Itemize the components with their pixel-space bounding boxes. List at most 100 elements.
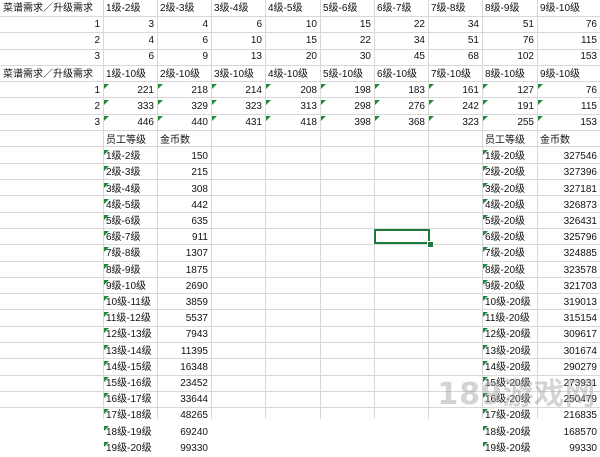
table3-level-cell[interactable]: 4级-5级 <box>103 198 157 214</box>
table2-cell[interactable]: 323 <box>428 115 482 131</box>
table2-cell[interactable]: 313 <box>265 99 320 115</box>
table3-coins-cell[interactable]: 442 <box>157 198 211 214</box>
table3-level-cell[interactable]: 11级-12级 <box>103 311 157 327</box>
table1-row-label[interactable]: 2 <box>0 33 103 49</box>
table3-coins-cell[interactable]: 911 <box>157 230 211 246</box>
table1-cell[interactable]: 10 <box>211 33 265 49</box>
table2-cell[interactable]: 161 <box>428 83 482 99</box>
table1-cell[interactable]: 22 <box>320 33 374 49</box>
table2-cell[interactable]: 242 <box>428 99 482 115</box>
table4-coins-cell[interactable]: 99330 <box>537 441 600 457</box>
table4-level-cell[interactable]: 1级-20级 <box>482 149 537 165</box>
table4-header-coins[interactable]: 金币数 <box>537 133 600 149</box>
table4-coins-cell[interactable]: 326873 <box>537 198 600 214</box>
table3-level-cell[interactable]: 3级-4级 <box>103 182 157 198</box>
table2-column-header[interactable]: 8级-10级 <box>482 67 537 83</box>
table1-cell[interactable]: 4 <box>157 17 211 33</box>
table4-level-cell[interactable]: 9级-20级 <box>482 279 537 295</box>
table3-level-cell[interactable]: 12级-13级 <box>103 327 157 343</box>
table2-column-header[interactable]: 2级-10级 <box>157 67 211 83</box>
table1-cell[interactable]: 51 <box>482 17 537 33</box>
table2-cell[interactable]: 298 <box>320 99 374 115</box>
table2-cell[interactable]: 418 <box>265 115 320 131</box>
table4-level-cell[interactable]: 19级-20级 <box>482 441 537 457</box>
table1-column-header[interactable]: 4级-5级 <box>265 1 320 17</box>
table1-column-header[interactable]: 2级-3级 <box>157 1 211 17</box>
table4-level-cell[interactable]: 10级-20级 <box>482 295 537 311</box>
table3-level-cell[interactable]: 13级-14级 <box>103 344 157 360</box>
table3-level-cell[interactable]: 14级-15级 <box>103 360 157 376</box>
table4-header-level[interactable]: 员工等级 <box>482 133 537 149</box>
table1-column-header[interactable]: 9级-10级 <box>537 1 600 17</box>
table1-cell[interactable]: 76 <box>537 17 600 33</box>
table2-cell[interactable]: 446 <box>103 115 157 131</box>
table1-cell[interactable]: 6 <box>157 33 211 49</box>
table1-row-label[interactable]: 3 <box>0 49 103 65</box>
table4-coins-cell[interactable]: 321703 <box>537 279 600 295</box>
table2-row-label[interactable]: 1 <box>0 83 103 99</box>
table3-header-level[interactable]: 员工等级 <box>103 133 157 149</box>
table4-level-cell[interactable]: 11级-20级 <box>482 311 537 327</box>
table1-corner-header[interactable]: 菜谱需求／升级需求 <box>0 1 103 17</box>
table2-cell[interactable]: 255 <box>482 115 537 131</box>
table2-column-header[interactable]: 6级-10级 <box>374 67 428 83</box>
table3-coins-cell[interactable]: 2690 <box>157 279 211 295</box>
table1-cell[interactable]: 3 <box>103 17 157 33</box>
table2-cell[interactable]: 127 <box>482 83 537 99</box>
table4-level-cell[interactable]: 4级-20级 <box>482 198 537 214</box>
table3-level-cell[interactable]: 5级-6级 <box>103 214 157 230</box>
table4-coins-cell[interactable]: 324885 <box>537 246 600 262</box>
table2-cell[interactable]: 183 <box>374 83 428 99</box>
table1-cell[interactable]: 102 <box>482 49 537 65</box>
table3-level-cell[interactable]: 17级-18级 <box>103 408 157 424</box>
table3-level-cell[interactable]: 19级-20级 <box>103 441 157 457</box>
table1-cell[interactable]: 6 <box>211 17 265 33</box>
table1-cell[interactable]: 34 <box>374 33 428 49</box>
table2-cell[interactable]: 431 <box>211 115 265 131</box>
table1-cell[interactable]: 76 <box>482 33 537 49</box>
table4-level-cell[interactable]: 18级-20级 <box>482 425 537 441</box>
table4-coins-cell[interactable]: 327546 <box>537 149 600 165</box>
table2-cell[interactable]: 398 <box>320 115 374 131</box>
table1-cell[interactable]: 6 <box>103 49 157 65</box>
table4-level-cell[interactable]: 5级-20级 <box>482 214 537 230</box>
table1-cell[interactable]: 10 <box>265 17 320 33</box>
table2-cell[interactable]: 221 <box>103 83 157 99</box>
table1-cell[interactable]: 4 <box>103 33 157 49</box>
table1-column-header[interactable]: 3级-4级 <box>211 1 265 17</box>
table1-cell[interactable]: 9 <box>157 49 211 65</box>
table4-coins-cell[interactable]: 325796 <box>537 230 600 246</box>
table4-coins-cell[interactable]: 319013 <box>537 295 600 311</box>
table4-level-cell[interactable]: 8级-20级 <box>482 263 537 279</box>
table3-coins-cell[interactable]: 3859 <box>157 295 211 311</box>
table3-coins-cell[interactable]: 1307 <box>157 246 211 262</box>
table1-column-header[interactable]: 1级-2级 <box>103 1 157 17</box>
table2-cell[interactable]: 218 <box>157 83 211 99</box>
table1-cell[interactable]: 20 <box>265 49 320 65</box>
table4-coins-cell[interactable]: 168570 <box>537 425 600 441</box>
table2-row-label[interactable]: 2 <box>0 99 103 115</box>
table1-cell[interactable]: 68 <box>428 49 482 65</box>
table3-coins-cell[interactable]: 16348 <box>157 360 211 376</box>
table1-cell[interactable]: 15 <box>320 17 374 33</box>
table3-coins-cell[interactable]: 215 <box>157 165 211 181</box>
table4-level-cell[interactable]: 7级-20级 <box>482 246 537 262</box>
table3-coins-cell[interactable]: 1875 <box>157 263 211 279</box>
table2-column-header[interactable]: 1级-10级 <box>103 67 157 83</box>
table2-cell[interactable]: 191 <box>482 99 537 115</box>
table3-level-cell[interactable]: 1级-2级 <box>103 149 157 165</box>
table2-cell[interactable]: 368 <box>374 115 428 131</box>
table2-cell[interactable]: 76 <box>537 83 600 99</box>
table4-level-cell[interactable]: 3级-20级 <box>482 182 537 198</box>
table3-coins-cell[interactable]: 48265 <box>157 408 211 424</box>
table3-coins-cell[interactable]: 23452 <box>157 376 211 392</box>
table2-cell[interactable]: 115 <box>537 99 600 115</box>
table3-coins-cell[interactable]: 5537 <box>157 311 211 327</box>
table1-column-header[interactable]: 5级-6级 <box>320 1 374 17</box>
table2-cell[interactable]: 276 <box>374 99 428 115</box>
table4-coins-cell[interactable]: 309617 <box>537 327 600 343</box>
table1-cell[interactable]: 15 <box>265 33 320 49</box>
table3-header-coins[interactable]: 金币数 <box>157 133 211 149</box>
table4-coins-cell[interactable]: 326431 <box>537 214 600 230</box>
table3-level-cell[interactable]: 7级-8级 <box>103 246 157 262</box>
